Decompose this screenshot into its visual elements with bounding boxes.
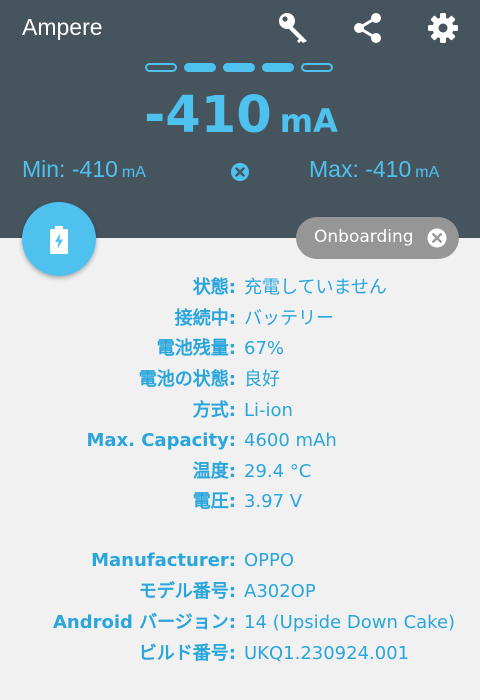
info-value: UKQ1.230924.001 <box>244 643 410 664</box>
info-row-technology: 方式: Li-ion <box>0 395 480 426</box>
info-row-status: 状態: 充電していません <box>0 272 480 303</box>
info-value: 67% <box>244 338 285 359</box>
page-dot[interactable] <box>262 63 294 72</box>
reset-stats-button[interactable] <box>230 162 250 182</box>
page-dot[interactable] <box>184 63 216 72</box>
max-reading: Max: -410 mA <box>309 156 439 183</box>
max-value: Max: -410 <box>309 156 412 182</box>
current-unit: mA <box>279 102 338 140</box>
info-value: 良好 <box>244 369 280 390</box>
info-value: バッテリー <box>244 308 334 329</box>
page-dot[interactable] <box>145 63 177 72</box>
info-row-connected: 接続中: バッテリー <box>0 303 480 334</box>
min-unit: mA <box>121 164 146 181</box>
info-label: ビルド番号: <box>138 643 236 664</box>
info-row-android-version: Android バージョン: 14 (Upside Down Cake) <box>0 607 480 638</box>
close-circle-icon <box>231 163 249 181</box>
info-label: 接続中: <box>174 308 236 329</box>
info-label: 温度: <box>192 461 236 482</box>
info-label: Manufacturer: <box>91 550 236 571</box>
page-dot[interactable] <box>223 63 255 72</box>
current-value: -410 <box>144 86 272 145</box>
info-row-model: モデル番号: A302OP <box>0 576 480 607</box>
info-row-manufacturer: Manufacturer: OPPO <box>0 545 480 576</box>
page-indicator <box>145 63 340 77</box>
min-value: Min: -410 <box>22 156 118 182</box>
info-value: 3.97 V <box>244 491 303 512</box>
info-label: Android バージョン: <box>52 612 236 633</box>
current-reading: -410 mA <box>0 86 480 145</box>
app-title: Ampere <box>22 14 103 40</box>
info-row-capacity: Max. Capacity: 4600 mAh <box>0 425 480 456</box>
info-value: 29.4 °C <box>244 461 312 482</box>
info-label: Max. Capacity: <box>86 430 236 451</box>
key-icon[interactable] <box>276 10 312 46</box>
info-label: 方式: <box>192 400 236 421</box>
gear-icon[interactable] <box>425 10 461 46</box>
info-value: 14 (Upside Down Cake) <box>244 612 456 633</box>
info-label: 電池の状態: <box>138 369 236 390</box>
info-label: 状態: <box>192 277 236 298</box>
battery-charging-icon <box>50 226 68 254</box>
close-icon[interactable] <box>427 228 447 248</box>
header-panel: Ampere -410 mA Min: -410 mA Max: -410 mA <box>0 0 480 238</box>
chip-label: Onboarding <box>314 227 414 247</box>
min-reading: Min: -410 mA <box>22 156 146 183</box>
info-row-health: 電池の状態: 良好 <box>0 364 480 395</box>
info-label: 電圧: <box>192 491 236 512</box>
share-icon[interactable] <box>350 10 386 46</box>
info-value: OPPO <box>244 550 295 571</box>
info-row-voltage: 電圧: 3.97 V <box>0 486 480 517</box>
info-row-temperature: 温度: 29.4 °C <box>0 456 480 487</box>
info-value: Li-ion <box>244 400 293 421</box>
info-value: 充電していません <box>244 277 387 298</box>
info-label: 電池残量: <box>156 338 236 359</box>
info-row-level: 電池残量: 67% <box>0 333 480 364</box>
onboarding-chip[interactable]: Onboarding <box>296 217 459 259</box>
info-value: 4600 mAh <box>244 430 337 451</box>
page-dot[interactable] <box>301 63 333 72</box>
info-value: A302OP <box>244 581 316 602</box>
battery-fab-button[interactable] <box>22 202 96 276</box>
info-label: モデル番号: <box>138 581 236 602</box>
max-unit: mA <box>415 164 440 181</box>
info-row-build-number: ビルド番号: UKQ1.230924.001 <box>0 638 480 669</box>
